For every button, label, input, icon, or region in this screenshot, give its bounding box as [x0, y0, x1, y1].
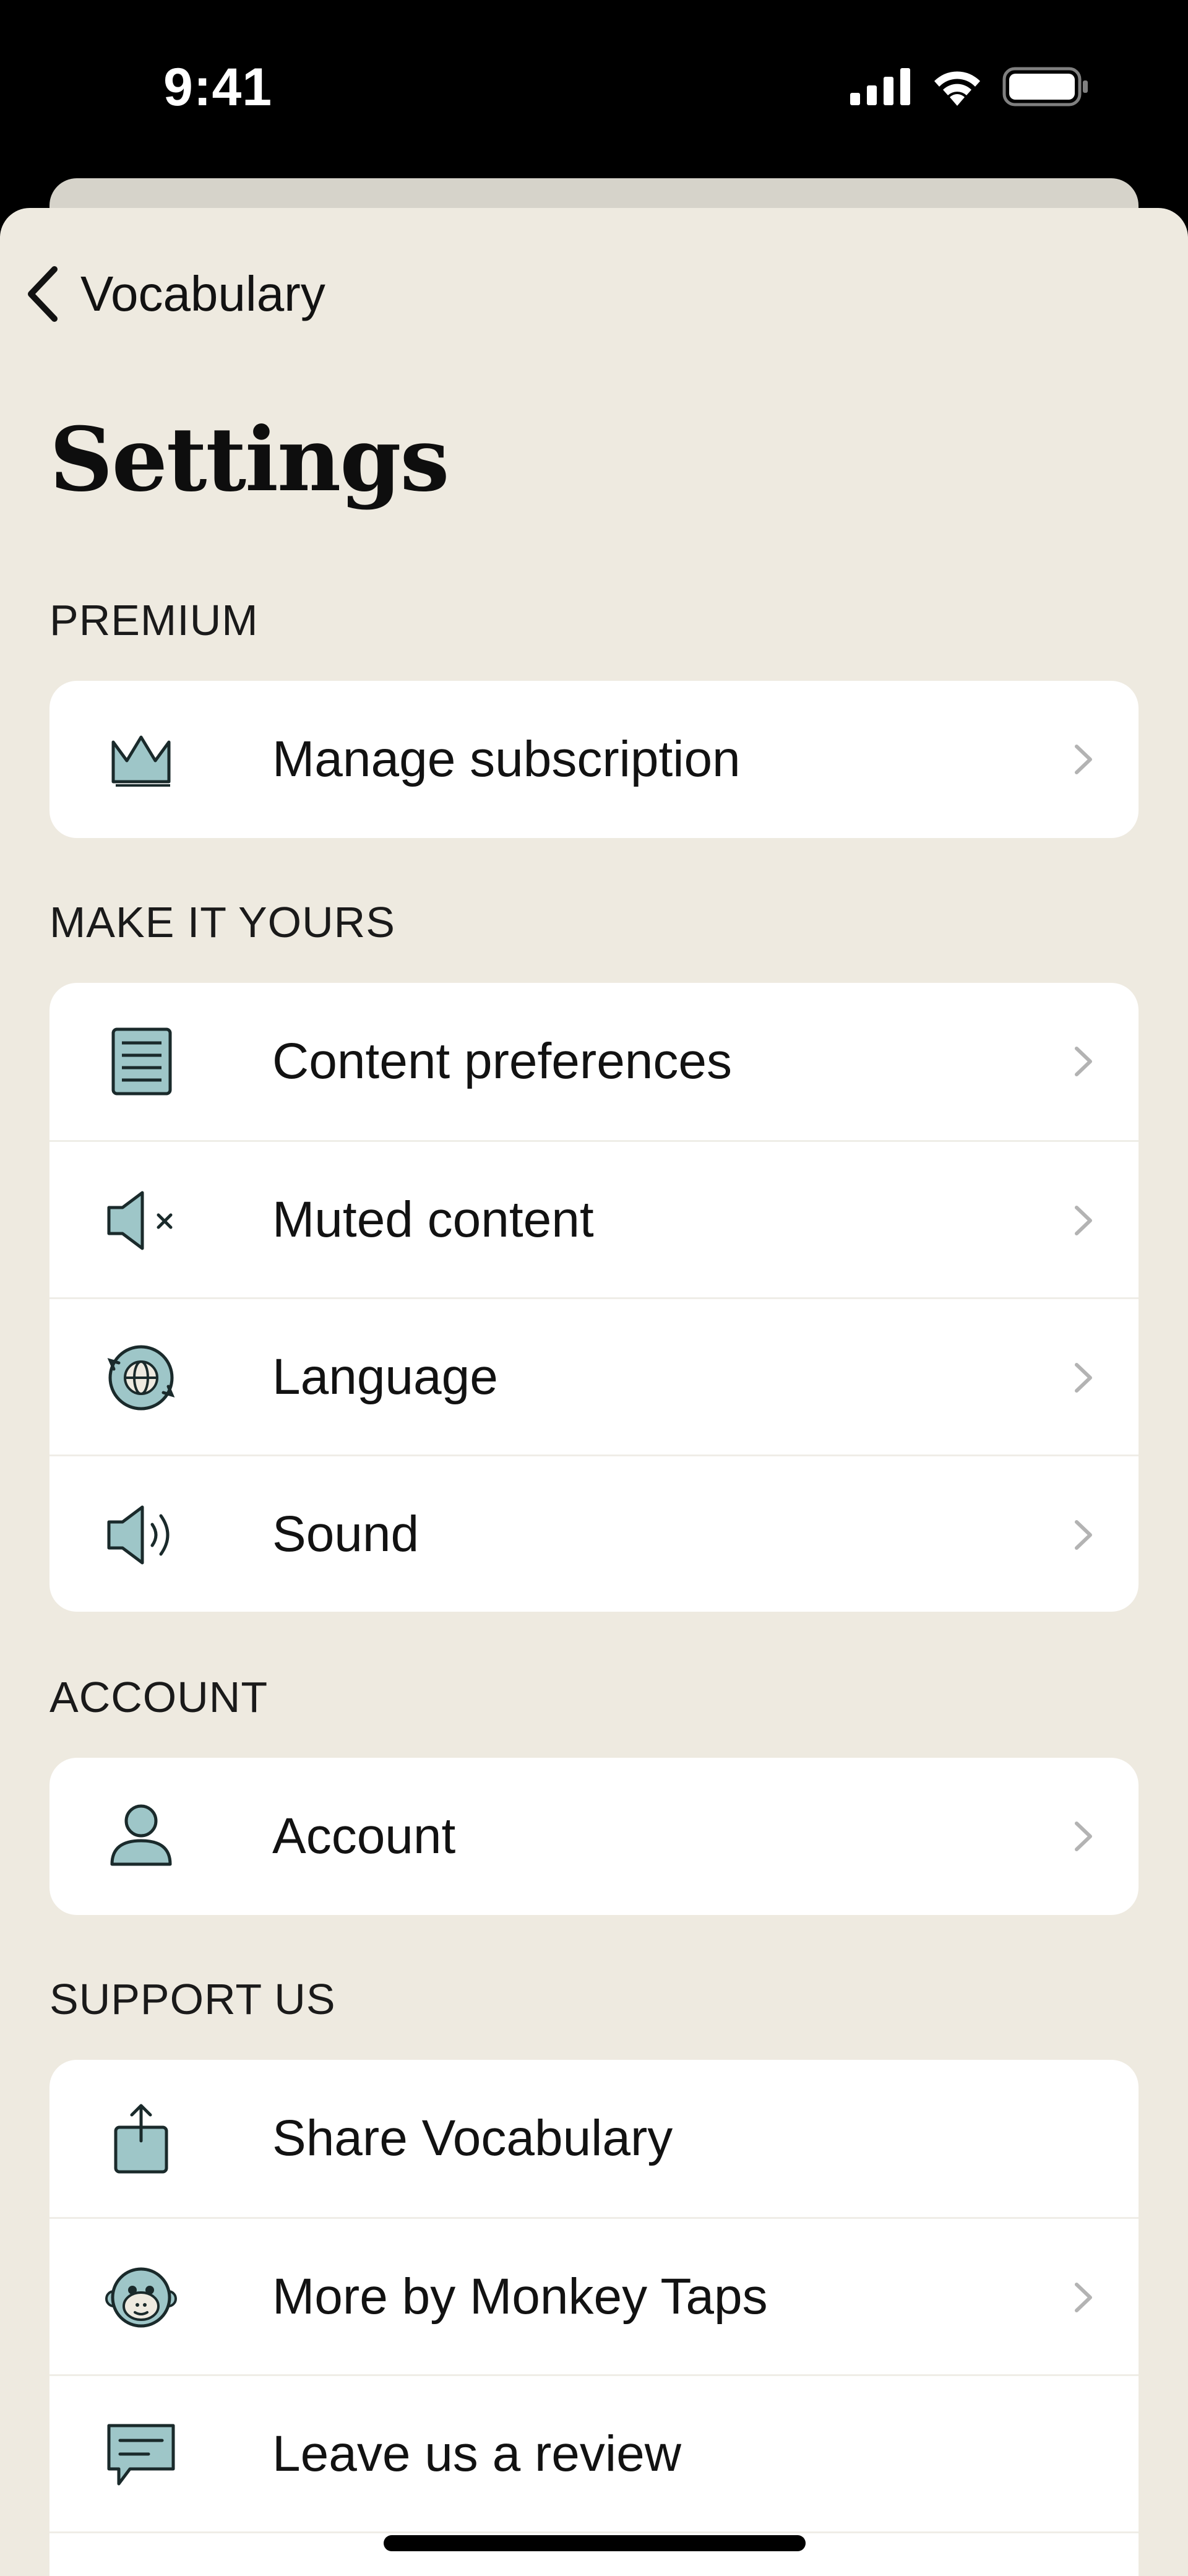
- row-label: Account: [272, 1808, 456, 1864]
- chevron-right-icon: [1075, 1822, 1092, 1851]
- globe-icon: [104, 1344, 178, 1412]
- make-it-yours-card: Content preferences Muted content Langua…: [50, 983, 1138, 1612]
- row-account[interactable]: Account: [50, 1758, 1138, 1915]
- speaker-muted-icon: [104, 1186, 178, 1255]
- row-share-vocabulary[interactable]: Share Vocabulary: [50, 2060, 1138, 2217]
- row-manage-subscription[interactable]: Manage subscription: [50, 681, 1138, 838]
- chevron-right-icon: [1075, 745, 1092, 774]
- row-label: Sound: [272, 1505, 420, 1562]
- account-card: Account: [50, 1758, 1138, 1915]
- row-leave-review[interactable]: Leave us a review: [50, 2374, 1138, 2531]
- back-button-label: Vocabulary: [80, 266, 325, 321]
- status-bar: 9:41: [0, 0, 1188, 179]
- chevron-right-icon: [1075, 1520, 1092, 1550]
- row-label: Content preferences: [272, 1033, 733, 1089]
- row-label: Share Vocabulary: [272, 2110, 673, 2166]
- monkey-icon: [104, 2263, 178, 2332]
- chat-bubble-icon: [104, 2421, 178, 2489]
- person-icon: [104, 1802, 178, 1870]
- chevron-left-icon: [28, 266, 58, 322]
- chevron-right-icon: [1075, 2283, 1092, 2312]
- row-label: Muted content: [272, 1191, 594, 1248]
- cellular-icon: [850, 68, 910, 105]
- row-label: Manage subscription: [272, 731, 741, 787]
- support-us-card: Share Vocabulary More by Monkey Taps Lea…: [50, 2060, 1138, 2576]
- section-header-premium: PREMIUM: [50, 596, 259, 644]
- status-icons: [850, 67, 1089, 106]
- chevron-right-icon: [1075, 1206, 1092, 1235]
- home-indicator: [384, 2535, 806, 2551]
- row-label: Leave us a review: [272, 2425, 681, 2482]
- section-header-account: ACCOUNT: [50, 1673, 269, 1721]
- section-header-make-it-yours: MAKE IT YOURS: [50, 898, 395, 946]
- crown-icon: [104, 725, 178, 793]
- row-sound[interactable]: Sound: [50, 1454, 1138, 1612]
- document-lines-icon: [104, 1027, 178, 1096]
- share-icon: [104, 2104, 178, 2174]
- row-label: Language: [272, 1348, 498, 1405]
- chevron-right-icon: [1075, 1047, 1092, 1076]
- status-time: 9:41: [163, 58, 273, 117]
- chevron-right-icon: [1075, 1363, 1092, 1393]
- speaker-sound-icon: [104, 1501, 178, 1569]
- battery-icon: [1002, 67, 1088, 106]
- row-content-preferences[interactable]: Content preferences: [50, 983, 1138, 1140]
- page-title: Settings: [50, 408, 449, 511]
- wifi-icon: [934, 71, 980, 106]
- row-muted-content[interactable]: Muted content: [50, 1140, 1138, 1297]
- back-button[interactable]: Vocabulary: [25, 260, 325, 328]
- row-label: More by Monkey Taps: [272, 2268, 768, 2325]
- premium-card: Manage subscription: [50, 681, 1138, 838]
- row-more-by-monkey-taps[interactable]: More by Monkey Taps: [50, 2217, 1138, 2374]
- row-language[interactable]: Language: [50, 1297, 1138, 1454]
- section-header-support-us: SUPPORT US: [50, 1975, 336, 2023]
